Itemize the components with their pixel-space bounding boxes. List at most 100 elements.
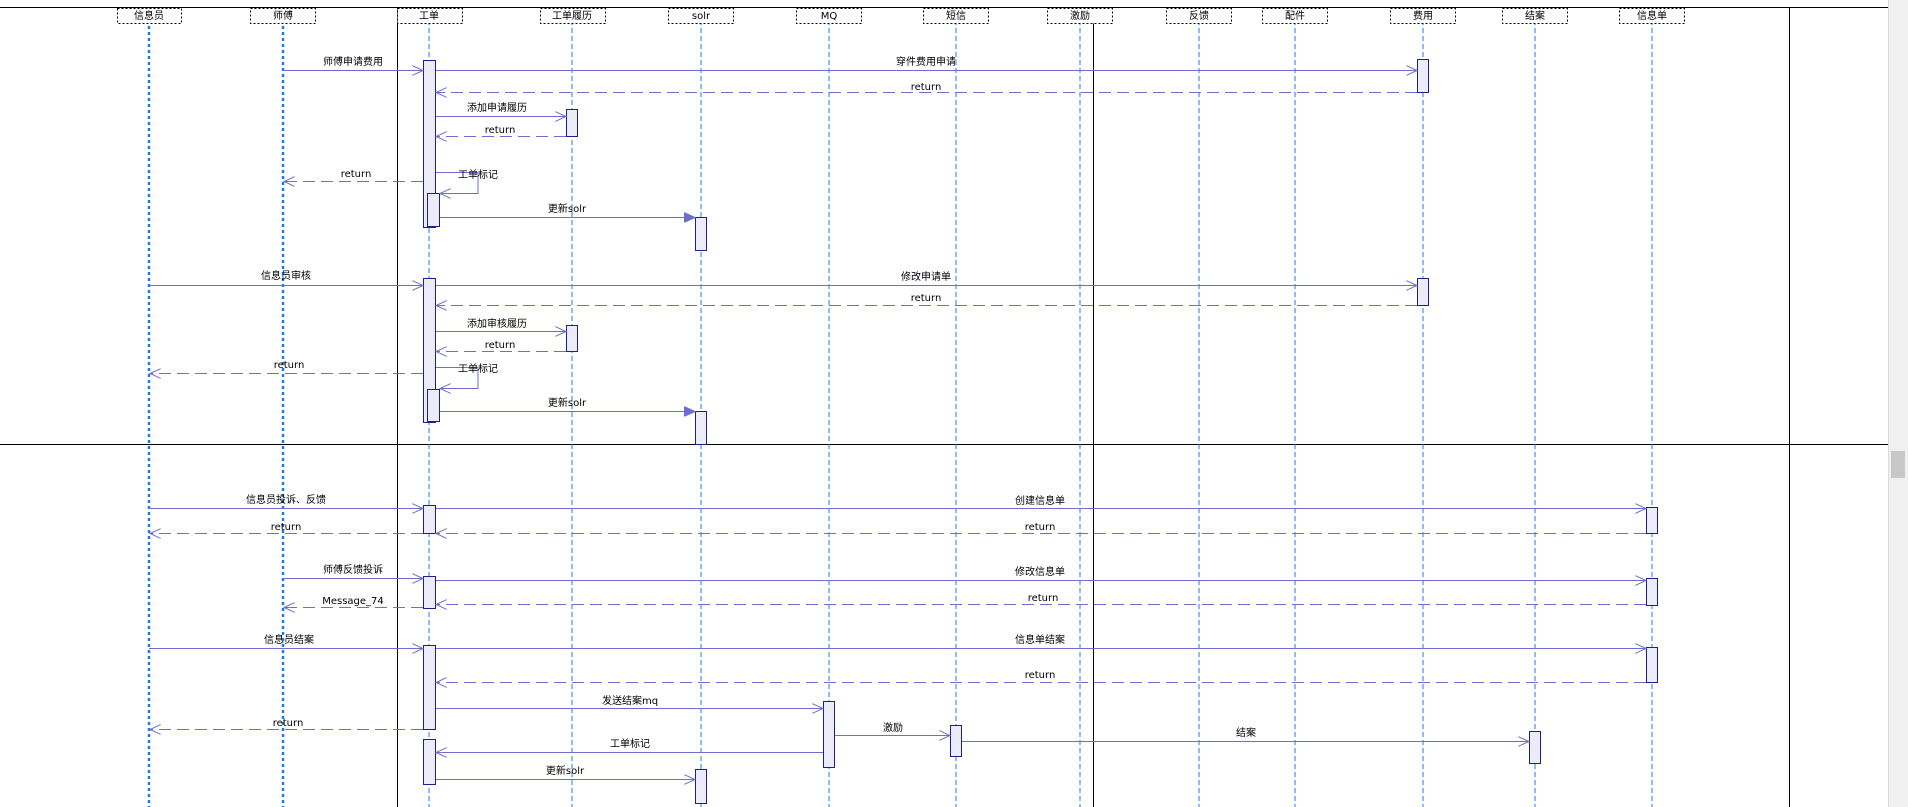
message-label: 添加审核履历 — [467, 317, 527, 330]
message-4[interactable]: return — [436, 125, 566, 137]
activation-xinxidan-4[interactable] — [1646, 578, 1658, 606]
message-5[interactable]: return — [284, 169, 423, 182]
lifeline-label: solr — [692, 11, 711, 22]
message-31[interactable]: 工单标记 — [436, 738, 823, 753]
lifeline-header-solr[interactable]: solr — [668, 8, 734, 24]
lifeline-label: 配件 — [1285, 10, 1305, 22]
lifeline-header-feiyong[interactable]: 费用 — [1390, 8, 1456, 24]
message-19[interactable]: return — [436, 522, 1646, 534]
lifeline-header-gongdanlvli[interactable]: 工单履历 — [540, 8, 606, 24]
sequence-diagram: 信息员 师傅 工单 工单履历 solr MQ 短信 激励 反馈 配件 费用 结案… — [0, 7, 1888, 807]
activation-mq-5[interactable] — [823, 701, 835, 768]
message-6[interactable]: 工单标记 — [436, 169, 498, 194]
message-25[interactable]: 信息单结案 — [436, 633, 1646, 649]
message-20[interactable]: 师傅反馈投诉 — [283, 563, 423, 579]
activation-solr-5[interactable] — [695, 769, 707, 804]
message-label: Message_74 — [322, 596, 384, 607]
lifeline-header-jiean[interactable]: 结案 — [1502, 8, 1568, 24]
message-22[interactable]: Message_74 — [284, 596, 423, 608]
message-7[interactable]: 更新solr — [440, 202, 695, 218]
message-18[interactable]: return — [150, 522, 423, 534]
message-label: 发送结案mq — [602, 694, 658, 707]
activation-gongdan-4[interactable] — [423, 576, 436, 609]
message-label: 信息单结案 — [1015, 633, 1065, 646]
message-15[interactable]: 更新solr — [440, 396, 695, 412]
message-14[interactable]: 工单标记 — [436, 363, 498, 389]
message-label: return — [1025, 522, 1056, 533]
message-label: 信息员结案 — [264, 633, 314, 646]
message-21[interactable]: 修改信息单 — [436, 565, 1646, 581]
activation-gongdan-2b[interactable] — [427, 389, 440, 422]
activation-xinxidan-3[interactable] — [1646, 507, 1658, 534]
activation-feiyong-2[interactable] — [1417, 278, 1429, 306]
message-label: 师傅申请费用 — [323, 55, 383, 68]
lifeline-label: 信息员 — [134, 9, 164, 22]
activation-gongdan-5[interactable] — [423, 645, 436, 730]
activation-gongdanlvli-2[interactable] — [566, 325, 578, 352]
message-17[interactable]: 创建信息单 — [436, 494, 1646, 509]
message-label: 师傅反馈投诉 — [323, 563, 383, 576]
activation-gongdan-1b[interactable] — [427, 193, 440, 227]
activation-xinxidan-5[interactable] — [1646, 647, 1658, 683]
activation-solr-2[interactable] — [695, 411, 707, 445]
message-label: 信息员投诉、反馈 — [246, 493, 326, 506]
message-11[interactable]: 添加审核履历 — [436, 317, 566, 332]
lifeline-label: MQ — [821, 11, 838, 22]
message-12[interactable]: return — [436, 340, 566, 352]
message-2[interactable]: return — [436, 82, 1417, 93]
message-label: return — [485, 125, 516, 136]
message-0[interactable]: 师傅申请费用 — [283, 55, 423, 71]
message-label: 信息员审核 — [261, 269, 311, 282]
lifeline-label: 信息单 — [1637, 9, 1667, 22]
lifeline-label: 师傅 — [273, 9, 293, 22]
message-9[interactable]: 修改申请单 — [436, 270, 1417, 286]
message-3[interactable]: 添加申请履历 — [436, 101, 566, 117]
message-10[interactable]: return — [436, 293, 1417, 306]
lifeline-header-xinxiyuan[interactable]: 信息员 — [117, 8, 182, 24]
message-label: 工单标记 — [610, 738, 650, 750]
activation-gongdan-5b[interactable] — [423, 739, 436, 785]
lifeline-header-gongdan[interactable]: 工单 — [397, 8, 463, 24]
message-label: 穿件费用申请 — [896, 55, 956, 68]
message-32[interactable]: 更新solr — [436, 764, 695, 780]
message-30[interactable]: 结案 — [962, 726, 1529, 742]
activation-jiean-5[interactable] — [1529, 731, 1541, 764]
message-23[interactable]: return — [436, 593, 1646, 605]
message-label: 添加申请履历 — [467, 101, 527, 114]
activation-gongdan-3[interactable] — [423, 505, 436, 534]
message-24[interactable]: 信息员结案 — [149, 633, 423, 649]
lifeline-header-shifu[interactable]: 师傅 — [250, 8, 316, 24]
message-13[interactable]: return — [150, 360, 423, 374]
activation-solr-1[interactable] — [695, 217, 707, 251]
message-label: 更新solr — [548, 202, 587, 215]
message-16[interactable]: 信息员投诉、反馈 — [149, 493, 423, 509]
lifeline-label: 反馈 — [1189, 9, 1209, 22]
scrollbar-thumb[interactable] — [1891, 451, 1905, 478]
message-label: return — [911, 293, 942, 304]
lifeline-header-fankui[interactable]: 反馈 — [1166, 8, 1232, 24]
lifeline-header-duanxin[interactable]: 短信 — [923, 8, 989, 24]
message-label: 修改申请单 — [901, 270, 951, 283]
lifeline-header-jili[interactable]: 激励 — [1047, 8, 1113, 24]
lifeline-label: 费用 — [1413, 9, 1433, 22]
lifeline-label: 短信 — [946, 9, 966, 22]
message-26[interactable]: return — [436, 670, 1646, 683]
lifeline-header-xinxidan[interactable]: 信息单 — [1619, 8, 1685, 24]
message-29[interactable]: 激励 — [835, 721, 950, 736]
message-label: 更新solr — [546, 764, 585, 777]
activation-feiyong-1[interactable] — [1417, 59, 1429, 93]
lifeline-header-peijian[interactable]: 配件 — [1262, 8, 1328, 24]
message-27[interactable]: 发送结案mq — [436, 694, 823, 709]
lifeline-header-mq[interactable]: MQ — [796, 8, 862, 24]
message-28[interactable]: return — [150, 718, 423, 730]
message-label: return — [274, 360, 305, 371]
activation-duanxin-5[interactable] — [950, 725, 962, 757]
message-label: 创建信息单 — [1015, 494, 1065, 507]
activation-bars — [423, 59, 1658, 804]
activation-gongdanlvli-1[interactable] — [566, 109, 578, 137]
vertical-scrollbar[interactable] — [1888, 0, 1908, 807]
message-1[interactable]: 穿件费用申请 — [436, 55, 1417, 71]
message-label: 工单标记 — [458, 169, 498, 181]
message-label: 激励 — [883, 721, 903, 734]
message-8[interactable]: 信息员审核 — [149, 269, 423, 286]
